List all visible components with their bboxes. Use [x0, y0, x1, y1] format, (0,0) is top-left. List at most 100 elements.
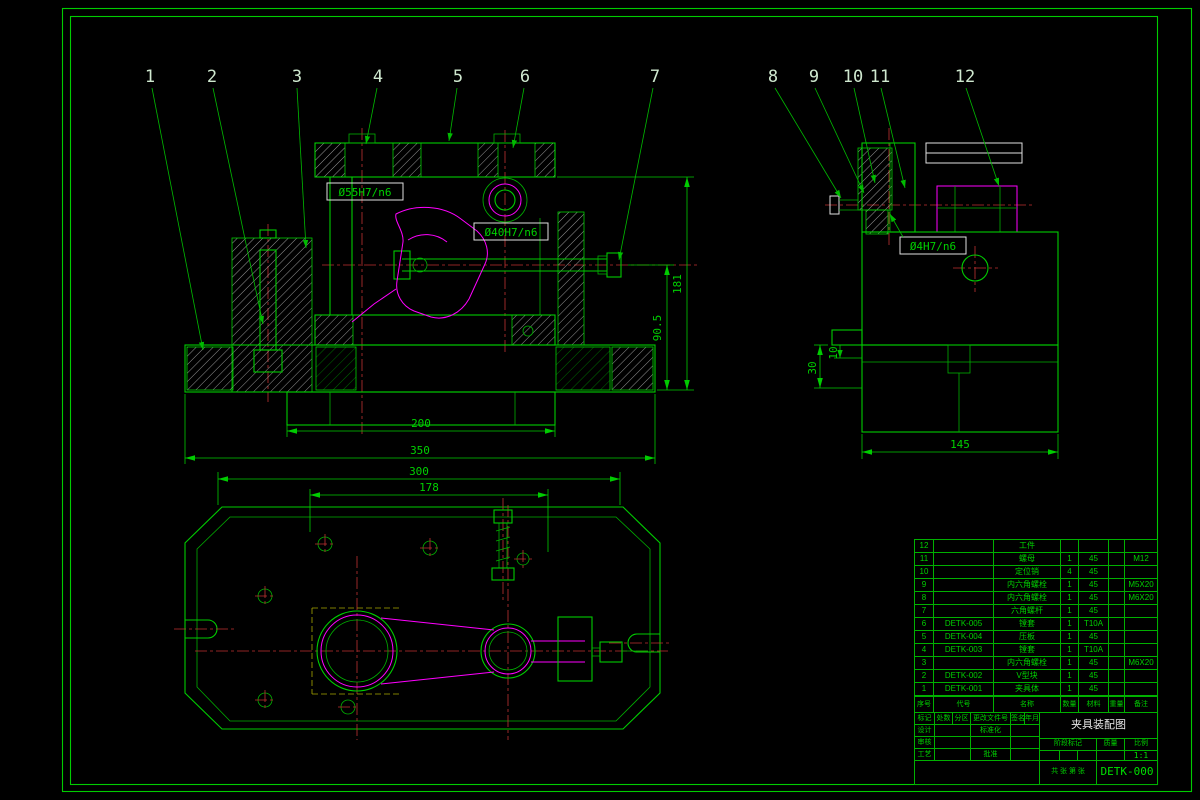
- bom-cell-remark: [1124, 631, 1157, 644]
- bom-row: 2 DETK-002 V型块 1 45: [915, 670, 1157, 683]
- front-clamp-column: [231, 229, 313, 393]
- parts-list: 12 工件 11 螺母 1 45 M12 10 定位销 4 45 9 内六角螺栓…: [914, 539, 1158, 714]
- dim-bore55: Ø55H7/n6: [339, 186, 392, 199]
- bom-row: 1 DETK-001 夹具体 1 45: [915, 683, 1157, 696]
- bom-cell-weight: [1108, 605, 1124, 618]
- bom-header-qty: 数量: [1060, 697, 1078, 713]
- callout-1: 1: [145, 67, 155, 87]
- dim-178: 178: [419, 481, 439, 494]
- bom-cell-remark: M5X20: [1124, 579, 1157, 592]
- bom-cell-name: 镗套: [993, 618, 1060, 631]
- bom-cell-material: T10A: [1078, 618, 1108, 631]
- tb-mass: 质量: [1097, 739, 1125, 761]
- tb-role-check: 审核: [915, 737, 935, 749]
- bom-cell-no: 9: [915, 579, 933, 592]
- bom-cell-no: 10: [915, 566, 933, 579]
- tb-stage-boxes: [1040, 751, 1096, 760]
- bom-cell-remark: M6X20: [1124, 592, 1157, 605]
- bom-cell-remark: M6X20: [1124, 657, 1157, 670]
- dim-145: 145: [950, 438, 970, 451]
- bom-cell-name: 螺母: [993, 553, 1060, 566]
- tb-sheet-no: 第 张: [1068, 768, 1085, 775]
- bom-cell-material: 45: [1078, 592, 1108, 605]
- bom-cell-qty: 1: [1060, 605, 1078, 618]
- bom-cell-weight: [1108, 618, 1124, 631]
- callout-7: 7: [650, 67, 660, 87]
- plan-locating-pins: [255, 534, 532, 715]
- bom-cell-weight: [1108, 683, 1124, 696]
- bom-cell-remark: M12: [1124, 553, 1157, 566]
- bom-header-code: 代号: [933, 697, 993, 713]
- bom-cell-qty: 1: [1060, 553, 1078, 566]
- dim-300: 300: [409, 465, 429, 478]
- dim-90-5: 90.5: [651, 315, 664, 342]
- bom-header-name: 名称: [993, 697, 1060, 713]
- dim-350: 350: [410, 444, 430, 457]
- bom-cell-remark: [1124, 618, 1157, 631]
- bom-cell-weight: [1108, 644, 1124, 657]
- bom-cell-material: 45: [1078, 553, 1108, 566]
- bom-row: 10 定位销 4 45: [915, 566, 1157, 579]
- bom-cell-material: 45: [1078, 566, 1108, 579]
- bom-cell-qty: 1: [1060, 631, 1078, 644]
- bom-cell-code: [933, 592, 993, 605]
- tb-rev-zone: 分区: [953, 713, 971, 725]
- bom-cell-qty: 1: [1060, 592, 1078, 605]
- bom-cell-code: DETK-002: [933, 670, 993, 683]
- tb-blank: [935, 749, 971, 761]
- tb-blank: [915, 761, 1040, 784]
- tb-role-approve: 批准: [971, 749, 1011, 761]
- bom-cell-weight: [1108, 592, 1124, 605]
- bom-cell-no: 6: [915, 618, 933, 631]
- dim-bore4: Ø4H7/n6: [910, 240, 956, 253]
- dim-181: 181: [671, 274, 684, 294]
- bom-cell-material: T10A: [1078, 644, 1108, 657]
- front-top-plate: [314, 133, 556, 178]
- tb-rev-docno: 更改文件号: [971, 713, 1011, 725]
- tb-mass-value: [1097, 751, 1124, 760]
- bom-cell-name: 镗套: [993, 644, 1060, 657]
- plan-view: 300 178: [174, 465, 671, 740]
- plan-side-blocks: [557, 616, 648, 682]
- dim-30: 30: [806, 361, 819, 374]
- plan-centerlines: [174, 498, 671, 740]
- callout-8: 8: [768, 67, 778, 87]
- bom-cell-material: [1078, 540, 1108, 553]
- bom-cell-no: 5: [915, 631, 933, 644]
- bom-cell-code: [933, 579, 993, 592]
- side-top-plate: [925, 142, 1023, 164]
- bom-cell-remark: [1124, 566, 1157, 579]
- tb-scale: 比例 1:1: [1125, 739, 1157, 761]
- bom-header-no: 序号: [917, 701, 931, 708]
- bom-cell-code: DETK-001: [933, 683, 993, 696]
- tb-scale-label: 比例: [1125, 739, 1157, 751]
- bom-header: 序号 代号 名称 数量 材料 重量 备注: [915, 696, 1157, 713]
- bom-cell-no: 4: [915, 644, 933, 657]
- tb-role-standard: 标准化: [971, 725, 1011, 737]
- bom-cell-weight: [1108, 631, 1124, 644]
- callout-4: 4: [373, 67, 383, 87]
- tb-blank: [935, 737, 971, 749]
- tb-mass-label: 质量: [1097, 739, 1124, 751]
- bom-cell-remark: [1124, 605, 1157, 618]
- bom-cell-code: [933, 657, 993, 670]
- front-fit-labels: Ø55H7/n6 Ø40H7/n6: [326, 182, 549, 241]
- bom-row: 12 工件: [915, 540, 1157, 553]
- side-clamp: [829, 147, 893, 235]
- plan-dimensions: 300 178: [217, 465, 621, 552]
- tb-role-process: 工艺: [915, 749, 935, 761]
- bom-row: 8 内六角螺栓 1 45 M6X20: [915, 592, 1157, 605]
- bom-cell-no: 2: [915, 670, 933, 683]
- bom-cell-code: [933, 553, 993, 566]
- bom-cell-weight: [1108, 566, 1124, 579]
- bom-cell-weight: [1108, 553, 1124, 566]
- tb-blank: [971, 737, 1011, 749]
- bom-cell-material: 45: [1078, 683, 1108, 696]
- bom-cell-qty: 4: [1060, 566, 1078, 579]
- bom-cell-name: V型块: [993, 670, 1060, 683]
- bom-cell-remark: [1124, 683, 1157, 696]
- bom-cell-code: DETK-003: [933, 644, 993, 657]
- tb-rev-date: 年月日: [1025, 713, 1040, 725]
- bom-cell-weight: [1108, 579, 1124, 592]
- bom-cell-qty: [1060, 540, 1078, 553]
